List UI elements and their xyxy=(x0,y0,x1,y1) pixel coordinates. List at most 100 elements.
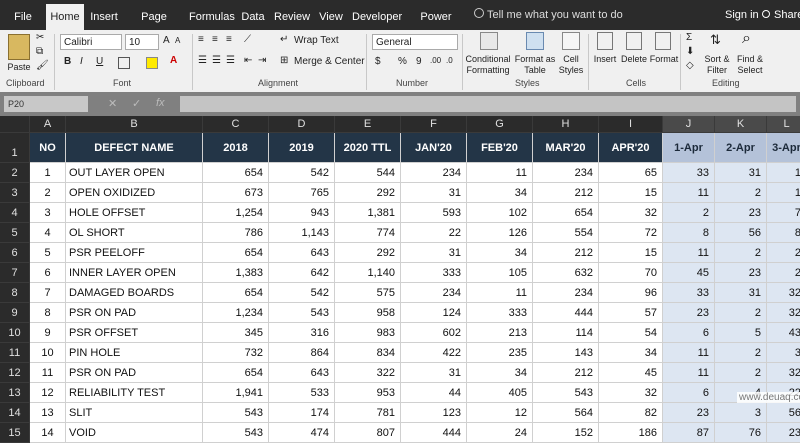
merge-center-icon[interactable]: ⊞ xyxy=(280,55,288,66)
format-cells-icon[interactable] xyxy=(655,32,671,50)
delete-cells-button[interactable]: Delete xyxy=(619,54,649,64)
number-format-select[interactable]: General xyxy=(372,34,458,50)
table-cell[interactable]: 575 xyxy=(335,283,401,303)
table-cell[interactable]: 543 xyxy=(203,403,269,423)
table-cell[interactable]: 654 xyxy=(533,203,599,223)
table-cell[interactable]: 1,941 xyxy=(203,383,269,403)
table-cell[interactable]: 8 xyxy=(767,223,800,243)
table-cell[interactable]: 632 xyxy=(533,263,599,283)
table-cell[interactable]: 316 xyxy=(269,323,335,343)
table-cell[interactable]: 444 xyxy=(401,423,467,443)
share-button[interactable]: Share xyxy=(774,9,800,21)
table-cell[interactable]: PIN HOLE xyxy=(66,343,203,363)
table-cell[interactable]: 23 xyxy=(663,403,715,423)
table-cell[interactable]: OL SHORT xyxy=(66,223,203,243)
table-cell[interactable]: 32 xyxy=(767,363,800,383)
table-cell[interactable]: 4 xyxy=(30,223,66,243)
column-header-k[interactable]: K xyxy=(715,116,767,133)
format-cells-button[interactable]: Format xyxy=(648,54,680,64)
table-cell[interactable]: 2 xyxy=(715,183,767,203)
table-cell[interactable]: 234 xyxy=(401,283,467,303)
font-size-select[interactable]: 10 xyxy=(125,34,159,50)
table-cell[interactable]: 33 xyxy=(663,163,715,183)
table-cell[interactable]: INNER LAYER OPEN xyxy=(66,263,203,283)
underline-button[interactable]: U xyxy=(96,56,103,67)
table-cell[interactable]: 57 xyxy=(599,303,663,323)
table-cell[interactable]: 765 xyxy=(269,183,335,203)
table-cell[interactable]: 5 xyxy=(30,243,66,263)
tab-home[interactable]: Home xyxy=(46,4,84,30)
table-cell[interactable]: 234 xyxy=(533,163,599,183)
table-cell[interactable]: 15 xyxy=(599,243,663,263)
table-cell[interactable]: 2 xyxy=(715,343,767,363)
table-cell[interactable]: 533 xyxy=(269,383,335,403)
header-cell[interactable]: APR'20 xyxy=(599,133,663,163)
autosum-icon[interactable]: Σ xyxy=(686,32,692,43)
table-cell[interactable]: HOLE OFFSET xyxy=(66,203,203,223)
table-cell[interactable]: 654 xyxy=(203,363,269,383)
table-cell[interactable]: 2 xyxy=(663,203,715,223)
table-cell[interactable]: 732 xyxy=(203,343,269,363)
header-cell[interactable]: 2019 xyxy=(269,133,335,163)
table-cell[interactable]: 54 xyxy=(599,323,663,343)
table-cell[interactable]: 542 xyxy=(269,163,335,183)
table-cell[interactable]: 2 xyxy=(715,303,767,323)
paste-button[interactable]: Paste xyxy=(6,62,32,72)
table-cell[interactable]: 43 xyxy=(767,323,800,343)
table-cell[interactable]: 643 xyxy=(269,363,335,383)
table-cell[interactable]: 87 xyxy=(663,423,715,443)
header-cell[interactable]: 2020 TTL xyxy=(335,133,401,163)
increase-indent-icon[interactable]: ⇥ xyxy=(258,55,266,66)
row-header-8[interactable]: 8 xyxy=(0,283,30,303)
table-cell[interactable]: 7 xyxy=(767,203,800,223)
table-cell[interactable]: 212 xyxy=(533,363,599,383)
table-cell[interactable]: 213 xyxy=(467,323,533,343)
table-cell[interactable]: 6 xyxy=(663,383,715,403)
tab-formulas[interactable]: Formulas xyxy=(189,6,235,30)
table-cell[interactable]: 422 xyxy=(401,343,467,363)
row-header-14[interactable]: 14 xyxy=(0,403,30,423)
table-cell[interactable]: 781 xyxy=(335,403,401,423)
table-cell[interactable]: PSR ON PAD xyxy=(66,363,203,383)
column-header-e[interactable]: E xyxy=(335,116,401,133)
find-select-button[interactable]: Find & Select xyxy=(732,54,768,76)
table-cell[interactable]: 593 xyxy=(401,203,467,223)
table-cell[interactable]: 2 xyxy=(30,183,66,203)
table-cell[interactable]: OPEN OXIDIZED xyxy=(66,183,203,203)
table-cell[interactable]: 186 xyxy=(599,423,663,443)
table-cell[interactable]: 31 xyxy=(401,243,467,263)
table-cell[interactable]: 642 xyxy=(269,263,335,283)
column-header-g[interactable]: G xyxy=(467,116,533,133)
decrease-indent-icon[interactable]: ⇤ xyxy=(244,55,252,66)
align-bottom-icon[interactable]: ≡ xyxy=(226,34,232,45)
table-cell[interactable]: 8 xyxy=(663,223,715,243)
table-cell[interactable]: 2 xyxy=(715,243,767,263)
borders-icon[interactable] xyxy=(118,57,130,69)
table-cell[interactable]: 22 xyxy=(401,223,467,243)
table-cell[interactable]: 31 xyxy=(401,363,467,383)
column-header-l[interactable]: L xyxy=(767,116,800,133)
wrap-text-icon[interactable]: ↵ xyxy=(280,34,288,45)
column-header-i[interactable]: I xyxy=(599,116,663,133)
table-cell[interactable]: 11 xyxy=(467,283,533,303)
table-cell[interactable]: 24 xyxy=(467,423,533,443)
header-cell[interactable]: NO xyxy=(30,133,66,163)
table-cell[interactable]: 123 xyxy=(401,403,467,423)
table-cell[interactable]: 23 xyxy=(715,203,767,223)
align-middle-icon[interactable]: ≡ xyxy=(212,34,218,45)
table-cell[interactable]: 774 xyxy=(335,223,401,243)
table-cell[interactable]: 126 xyxy=(467,223,533,243)
column-header-a[interactable]: A xyxy=(30,116,66,133)
table-cell[interactable]: 542 xyxy=(269,283,335,303)
conditional-formatting-button[interactable]: Conditional Formatting xyxy=(464,54,512,76)
column-header-c[interactable]: C xyxy=(203,116,269,133)
insert-cells-button[interactable]: Insert xyxy=(590,54,620,64)
insert-function-button[interactable]: fx xyxy=(156,97,165,109)
table-cell[interactable]: OUT LAYER OPEN xyxy=(66,163,203,183)
header-cell[interactable]: 3-Apr xyxy=(767,133,800,163)
table-cell[interactable]: 11 xyxy=(663,243,715,263)
currency-button[interactable]: $ xyxy=(375,56,381,67)
table-cell[interactable]: VOID xyxy=(66,423,203,443)
table-cell[interactable]: 9 xyxy=(30,323,66,343)
table-cell[interactable]: 333 xyxy=(401,263,467,283)
